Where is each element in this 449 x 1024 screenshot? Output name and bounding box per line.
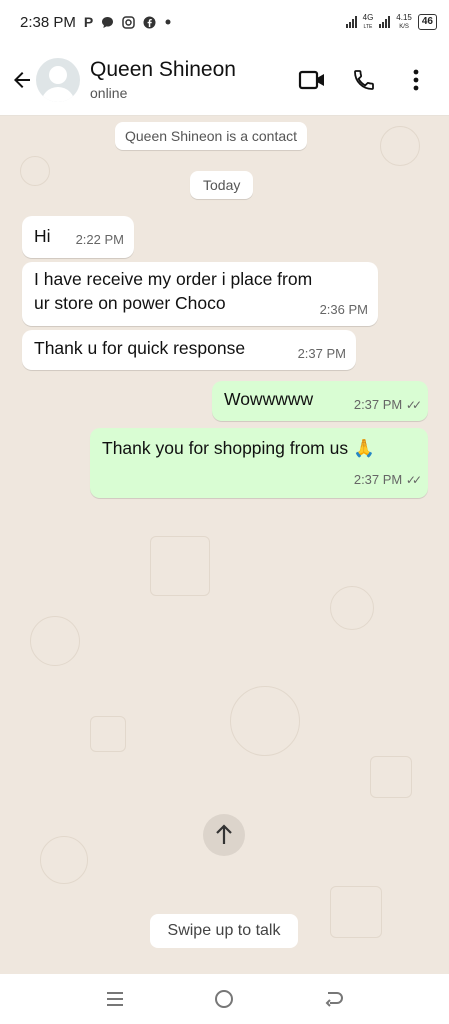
video-call-icon [298,70,324,89]
status-bar: 2:38 PM P 4G LTE 4.15 K/S 46 [0,0,449,44]
message-bubble-outgoing[interactable]: Wowwwww 2:37 PM ✓✓ [212,381,428,421]
wallpaper-doodle [150,536,210,596]
wallpaper-doodle [370,756,412,798]
more-options-button[interactable] [397,61,435,99]
wallpaper-doodle [90,716,126,752]
arrow-left-icon [14,71,30,88]
phone-icon [354,69,374,90]
message-text: Thank u for quick response [34,338,246,358]
notification-p-icon: P [83,14,94,30]
swipe-up-hint[interactable]: Swipe up to talk [150,914,298,948]
more-vert-icon [413,69,419,90]
video-call-button[interactable] [293,61,331,99]
network-type: 4G LTE [362,12,374,31]
battery-icon: 46 [417,14,437,30]
double-check-icon: ✓✓ [405,473,422,487]
message-time: 2:37 PM [353,472,403,487]
signal-icon [345,16,357,28]
wallpaper-doodle [330,886,382,938]
signal-icon-2 [379,16,391,28]
wallpaper-doodle [230,686,300,756]
message-time: 2:22 PM [75,232,124,247]
message-bubble-incoming[interactable]: Hi 2:22 PM [22,216,134,258]
message-meta: 2:37 PM ✓✓ [353,393,422,417]
date-label: Today [190,171,254,199]
chat-area[interactable]: Queen Shineon is a contact Today Hi 2:22… [0,116,449,974]
message-time: 2:36 PM [319,302,368,317]
message-time: 2:37 PM [297,346,346,361]
header-actions [293,61,435,99]
wallpaper-doodle [30,616,80,666]
message-text-line1: I have receive my order i place from [34,269,313,289]
message-meta: 2:37 PM ✓✓ [353,468,422,492]
data-speed: 4.15 K/S [396,12,412,31]
scroll-up-button[interactable] [203,814,245,856]
speed-value: 4.15 [396,12,412,22]
wallpaper-doodle [330,586,374,630]
message-text: Wowwwww [224,389,314,409]
status-time: 2:38 PM [20,13,76,31]
dot-icon [164,18,172,26]
network-sub: LTE [363,23,373,30]
system-nav-bar [0,974,449,1024]
message-bubble-outgoing[interactable]: Thank you for shopping from us 🙏 2:37 PM… [90,428,428,498]
chat-header: Queen Shineon online [0,44,449,116]
wallpaper-doodle [20,156,50,186]
back-icon [325,992,344,1007]
contact-info[interactable]: Queen Shineon online [90,58,293,101]
menu-icon [106,992,123,1006]
chat-bubble-icon [101,16,114,29]
message-text: Hi [34,226,51,246]
wallpaper-doodle [380,126,420,166]
status-left: 2:38 PM P [20,14,172,31]
contact-status: online [90,85,128,101]
message-text: Thank you for shopping from us [102,438,349,458]
nav-home-button[interactable] [204,979,244,1019]
message-time: 2:37 PM [353,397,403,412]
arrow-up-icon [216,824,232,844]
nav-back-button[interactable] [314,979,354,1019]
nav-menu-button[interactable] [95,979,135,1019]
status-right: 4G LTE 4.15 K/S 46 [345,12,437,31]
message-text-line2: ur store on power Choco [34,293,226,313]
network-label: 4G [362,12,374,22]
facebook-icon [143,16,156,29]
double-check-icon: ✓✓ [405,398,422,412]
contact-notice: Queen Shineon is a contact [115,122,308,150]
instagram-icon [122,15,135,29]
avatar[interactable] [36,57,80,102]
contact-name: Queen Shineon [90,58,236,81]
message-bubble-incoming[interactable]: Thank u for quick response 2:37 PM [22,330,356,370]
voice-call-button[interactable] [345,61,383,99]
folded-hands-icon: 🙏 [352,438,375,458]
home-circle-icon [215,990,234,1008]
wallpaper-doodle [40,836,88,884]
message-bubble-incoming[interactable]: I have receive my order i place from ur … [22,262,378,326]
speed-unit: K/S [399,23,409,30]
back-button[interactable] [4,62,40,98]
